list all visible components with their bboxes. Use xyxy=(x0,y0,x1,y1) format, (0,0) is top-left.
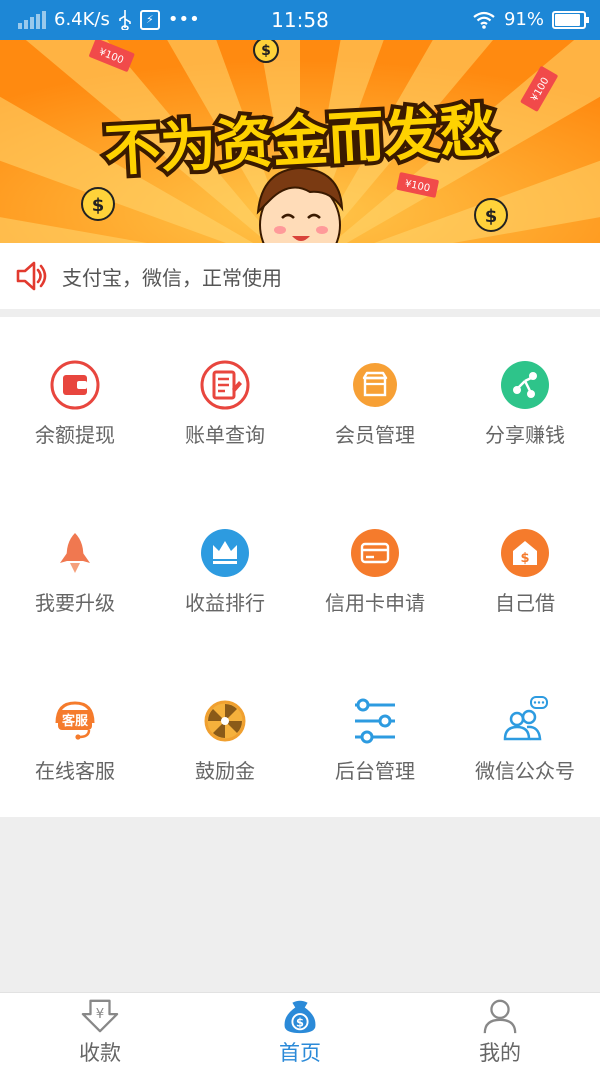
crown-icon xyxy=(201,529,249,577)
grid-item-credit-card[interactable]: 信用卡申请 xyxy=(300,527,450,647)
sliders-icon xyxy=(355,698,395,744)
svg-text:¥: ¥ xyxy=(96,1007,104,1022)
grid-item-label: 我要升级 xyxy=(35,591,115,615)
tab-mine[interactable]: 我的 xyxy=(400,997,600,1067)
grid-item-label: 后台管理 xyxy=(335,759,415,783)
grid-item-withdraw[interactable]: 余额提现 xyxy=(0,359,150,479)
status-bar: 6.4K/s ⚡ ••• 11:58 91% xyxy=(0,0,600,40)
svg-text:$: $ xyxy=(485,206,498,227)
grid-item-upgrade[interactable]: 我要升级 xyxy=(0,527,150,647)
coin-icon: $ xyxy=(474,198,508,232)
battery-fill xyxy=(555,13,581,26)
grid-item-label: 在线客服 xyxy=(35,759,115,783)
banner-art: ¥100 ¥100 ¥100 $ $ $ 不为资金而发愁 xyxy=(0,40,600,243)
credit-card-icon xyxy=(351,529,399,577)
rocket-icon xyxy=(60,533,90,573)
wallet-icon xyxy=(50,360,100,410)
wifi-icon xyxy=(473,11,495,29)
profile-icon xyxy=(483,999,517,1034)
share-icon xyxy=(501,361,549,409)
grid-item-label: 信用卡申请 xyxy=(325,591,425,615)
grid-item-admin[interactable]: 后台管理 xyxy=(300,695,450,815)
svg-text:$: $ xyxy=(92,195,105,216)
grid-item-label: 微信公众号 xyxy=(475,759,575,783)
bill-icon xyxy=(200,360,250,410)
grid-item-ranking[interactable]: 收益排行 xyxy=(150,527,300,647)
svg-text:$: $ xyxy=(520,551,529,566)
tab-label: 收款 xyxy=(79,1041,121,1065)
grid-item-bonus[interactable]: 鼓励金 xyxy=(150,695,300,815)
grid-item-label: 账单查询 xyxy=(185,423,265,447)
cartoon-face-icon xyxy=(256,166,344,243)
promo-banner[interactable]: ¥100 ¥100 ¥100 $ $ $ 不为资金而发愁 xyxy=(0,40,600,243)
app-screen: 6.4K/s ⚡ ••• 11:58 91% ¥100 ¥100 ¥100 $ … xyxy=(0,0,600,1067)
svg-text:$: $ xyxy=(261,43,271,59)
receive-money-icon: ¥ xyxy=(81,999,119,1033)
wheel-icon xyxy=(204,700,246,742)
tab-receive[interactable]: ¥ 收款 xyxy=(0,997,200,1067)
coin-icon: $ xyxy=(253,40,279,63)
grid-item-label: 收益排行 xyxy=(185,591,265,615)
battery-percent: 91% xyxy=(503,9,544,30)
battery-icon xyxy=(552,10,589,29)
svg-text:$: $ xyxy=(296,1015,304,1029)
grid-item-members[interactable]: 会员管理 xyxy=(300,359,450,479)
wechat-group-icon xyxy=(503,696,548,741)
home-moneybag-icon: $ xyxy=(284,1000,316,1034)
grid-item-customer-service[interactable]: 客服 在线客服 xyxy=(0,695,150,815)
tab-home[interactable]: $ 首页 xyxy=(200,997,400,1067)
grid-item-wechat-official[interactable]: 微信公众号 xyxy=(450,695,600,815)
grid-item-bills[interactable]: 账单查询 xyxy=(150,359,300,479)
coin-icon: $ xyxy=(81,187,115,221)
announcement-bar[interactable]: 支付宝，微信，正常使用 xyxy=(0,243,600,309)
grid-item-label: 自己借 xyxy=(495,591,555,615)
grid-item-label: 鼓励金 xyxy=(195,759,255,783)
svg-text:客服: 客服 xyxy=(62,713,89,729)
feature-grid: 余额提现 账单查询 会员管理 分享赚钱 我要升级 收益排行 信用卡申请 $ 自己… xyxy=(0,317,600,817)
tab-label: 我的 xyxy=(479,1041,521,1065)
announcement-text: 支付宝，微信，正常使用 xyxy=(62,265,282,290)
grid-item-label: 余额提现 xyxy=(35,423,115,447)
bottom-nav: ¥ 收款 $ 首页 我的 xyxy=(0,992,600,1067)
tab-label: 首页 xyxy=(279,1041,321,1065)
speaker-icon xyxy=(16,261,47,291)
loan-icon: $ xyxy=(501,529,549,577)
customer-service-icon: 客服 xyxy=(55,701,95,740)
status-right: 91% xyxy=(472,9,589,30)
grid-item-label: 分享赚钱 xyxy=(485,423,565,447)
grid-item-label: 会员管理 xyxy=(335,423,415,447)
grid-item-self-loan[interactable]: $ 自己借 xyxy=(450,527,600,647)
grid-item-share[interactable]: 分享赚钱 xyxy=(450,359,600,479)
shop-icon xyxy=(353,363,397,407)
